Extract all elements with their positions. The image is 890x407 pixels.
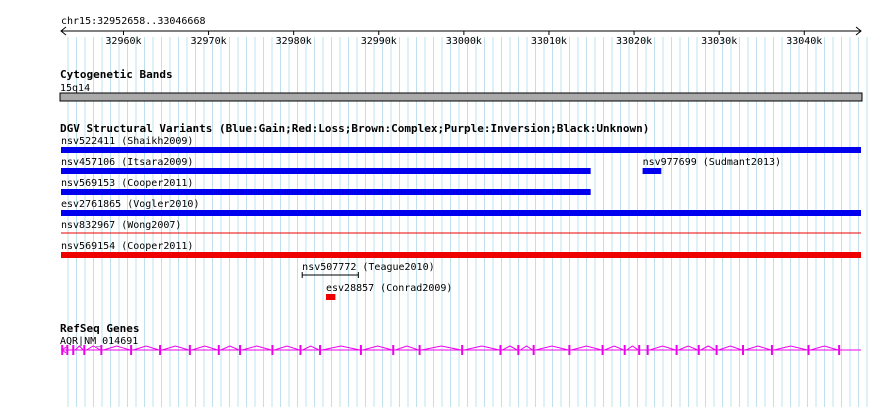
ruler-tick-label: 32980k bbox=[276, 36, 312, 47]
gene-intron-chevron-icon bbox=[520, 345, 533, 351]
dgv-variant-label: esv2761865 (Vogler2010) bbox=[61, 199, 199, 210]
gene-exon bbox=[807, 345, 810, 355]
dgv-track-title: DGV Structural Variants (Blue:Gain;Red:L… bbox=[60, 122, 649, 135]
gene-intron-chevron-icon bbox=[395, 345, 419, 351]
ruler-tick-label: 33020k bbox=[616, 36, 652, 47]
dgv-variant-bar[interactable] bbox=[61, 147, 861, 153]
cytoband-bar[interactable] bbox=[59, 92, 863, 102]
gene-exon bbox=[638, 345, 641, 355]
dgv-variant-label: nsv569153 (Cooper2011) bbox=[61, 178, 193, 189]
gene-exon bbox=[568, 345, 571, 355]
gene-intron-chevron-icon bbox=[421, 345, 462, 351]
dgv-track[interactable]: DGV Structural Variants (Blue:Gain;Red:L… bbox=[60, 122, 861, 300]
gene-exon bbox=[130, 345, 133, 355]
ruler-tick-label: 32960k bbox=[105, 36, 141, 47]
dgv-variant-bar[interactable] bbox=[61, 168, 591, 174]
ruler-ticks: 32960k 32970k 32980k 32990k 33000k 33010k 3302… bbox=[105, 31, 822, 47]
gene-exon bbox=[319, 345, 322, 355]
refseq-gene-model[interactable] bbox=[61, 345, 861, 355]
dgv-variant-bar[interactable] bbox=[61, 210, 861, 216]
gene-intron-chevron-icon bbox=[321, 345, 361, 351]
dgv-variant-bar[interactable] bbox=[61, 252, 861, 258]
dgv-variant-label: nsv522411 (Shaikh2009) bbox=[61, 136, 193, 147]
dgv-variant-label: nsv569154 (Cooper2011) bbox=[61, 241, 193, 252]
gene-intron-chevron-icon bbox=[302, 345, 320, 351]
gene-intron-chevron-icon bbox=[362, 345, 393, 351]
gene-intron-chevron-icon bbox=[161, 345, 189, 351]
cytoband-track[interactable]: Cytogenetic Bands 15q14 bbox=[59, 68, 863, 102]
gene-exon bbox=[623, 345, 626, 355]
dgv-variant-label: nsv507772 (Teague2010) bbox=[302, 262, 434, 273]
dgv-variant[interactable]: nsv832967 (Wong2007) bbox=[61, 220, 861, 234]
dgv-variant[interactable]: esv2761865 (Vogler2010) bbox=[61, 199, 861, 216]
gene-exon bbox=[517, 345, 520, 355]
cytoband-band-label: 15q14 bbox=[60, 83, 90, 94]
gene-exon bbox=[715, 345, 718, 355]
gene-exon bbox=[271, 345, 274, 355]
refseq-track[interactable]: RefSeq Genes AQR|NM_014691 bbox=[60, 322, 861, 355]
ruler-track[interactable]: chr15:32952658..33046668 32960k 32970k 329… bbox=[60, 16, 862, 47]
gene-intron-chevron-icon bbox=[274, 345, 300, 351]
dgv-variant-label: esv28857 (Conrad2009) bbox=[326, 283, 452, 294]
gene-exon bbox=[66, 345, 69, 355]
dgv-variant-label: nsv832967 (Wong2007) bbox=[61, 220, 181, 231]
ruler-tick-label: 33000k bbox=[446, 36, 482, 47]
dgv-variant-bar[interactable] bbox=[326, 294, 336, 300]
dgv-variant[interactable]: nsv507772 (Teague2010) bbox=[301, 262, 435, 278]
dgv-variant-label: nsv977699 (Sudmant2013) bbox=[643, 157, 781, 168]
ruler-location-label: chr15:32952658..33046668 bbox=[61, 16, 206, 27]
dgv-features: nsv522411 (Shaikh2009) nsv457106 (Itsara2… bbox=[61, 136, 861, 300]
gene-exon bbox=[83, 345, 86, 355]
gene-intron-chevron-icon bbox=[700, 345, 716, 351]
ruler-tick-label: 33030k bbox=[701, 36, 737, 47]
gene-intron-chevron-icon bbox=[464, 345, 500, 351]
gene-exon bbox=[418, 345, 421, 355]
dgv-variant-bar[interactable] bbox=[642, 168, 662, 174]
ruler-tick-label: 32970k bbox=[191, 36, 227, 47]
refseq-track-title: RefSeq Genes bbox=[60, 322, 139, 335]
gene-exon bbox=[532, 345, 535, 355]
gene-exon bbox=[675, 345, 678, 355]
dgv-variant[interactable]: nsv457106 (Itsara2009) bbox=[61, 157, 591, 174]
gene-exon bbox=[838, 345, 841, 355]
dgv-variant-label: nsv457106 (Itsara2009) bbox=[61, 157, 193, 168]
ruler-tick-label: 33010k bbox=[531, 36, 567, 47]
dgv-variant-bar[interactable] bbox=[61, 189, 591, 195]
gene-exon bbox=[499, 345, 502, 355]
refseq-gene-label: AQR|NM_014691 bbox=[60, 336, 138, 347]
ruler-tick-label: 32990k bbox=[361, 36, 397, 47]
gene-exon bbox=[601, 345, 604, 355]
gene-intron-chevron-icon bbox=[744, 345, 772, 351]
gene-exon bbox=[697, 345, 700, 355]
gene-exon bbox=[188, 345, 191, 355]
gene-exon bbox=[239, 345, 242, 355]
gene-exon bbox=[741, 345, 744, 355]
genome-browser-view: chr15:32952658..33046668 32960k 32970k 329… bbox=[59, 16, 868, 407]
dgv-variant[interactable]: nsv569154 (Cooper2011) bbox=[61, 241, 861, 258]
gene-exon bbox=[392, 345, 395, 355]
dgv-variant[interactable]: nsv522411 (Shaikh2009) bbox=[61, 136, 861, 153]
gene-exon bbox=[299, 345, 302, 355]
gene-exon bbox=[100, 345, 103, 355]
gene-exon bbox=[72, 345, 75, 355]
gene-exon bbox=[461, 345, 464, 355]
ruler-tick-label: 33040k bbox=[786, 36, 822, 47]
gene-exon bbox=[159, 345, 162, 355]
gene-intron-chevron-icon bbox=[626, 345, 639, 351]
gene-exon bbox=[770, 345, 773, 355]
gene-exon bbox=[646, 345, 649, 355]
gene-exon bbox=[217, 345, 220, 355]
cytoband-track-title: Cytogenetic Bands bbox=[60, 68, 173, 81]
gene-exon bbox=[359, 345, 362, 355]
dgv-variant[interactable]: nsv569153 (Cooper2011) bbox=[61, 178, 591, 195]
